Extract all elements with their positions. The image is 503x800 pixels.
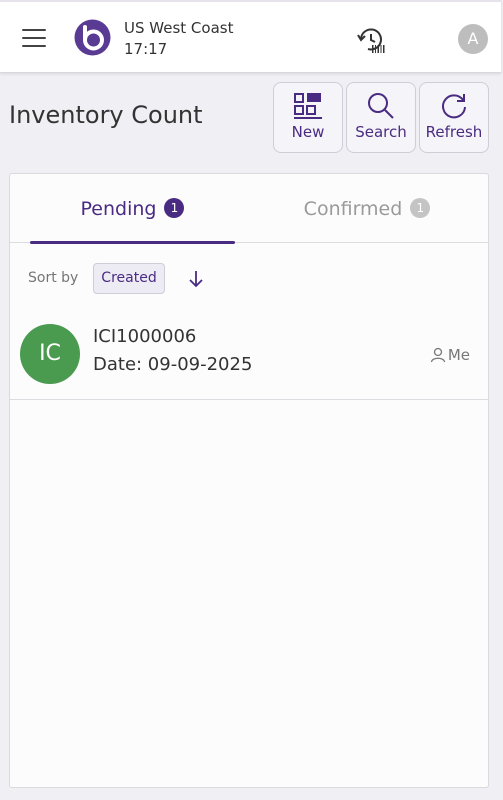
tab-pending[interactable]: Pending 1 (30, 174, 235, 244)
sort-field-chip[interactable]: Created (93, 263, 165, 294)
page-title: Inventory Count (9, 101, 203, 129)
new-button-label: New (291, 123, 325, 141)
sort-by-label: Sort by (28, 270, 79, 286)
active-tab-indicator (30, 241, 235, 244)
pending-count-badge: 1 (164, 198, 185, 218)
new-button[interactable]: New (273, 82, 343, 153)
person-icon (430, 347, 445, 363)
refresh-icon (442, 94, 466, 119)
tab-confirmed-label: Confirmed (303, 198, 403, 220)
confirmed-count-badge: 1 (410, 198, 431, 218)
refresh-button-label: Refresh (425, 123, 483, 141)
search-icon (368, 93, 394, 119)
inventory-count-card: Pending 1 Confirmed 1 Sort by Created IC I… (9, 173, 489, 788)
refresh-button[interactable]: Refresh (419, 82, 489, 153)
search-button-label: Search (355, 123, 407, 141)
tab-pending-label: Pending (80, 198, 157, 220)
arrow-down-icon[interactable] (188, 269, 204, 289)
menu-icon[interactable] (22, 29, 46, 47)
brand-logo (74, 19, 111, 56)
search-button[interactable]: Search (346, 82, 416, 153)
item-date: Date: 09-09-2025 (93, 354, 253, 375)
new-count-icon (294, 93, 322, 119)
item-id: ICI1000006 (93, 326, 197, 347)
item-owner-label: Me (447, 346, 470, 364)
current-time: 17:17 (124, 40, 168, 58)
tab-confirmed[interactable]: Confirmed 1 (272, 174, 462, 243)
item-avatar: IC (20, 324, 80, 384)
status-tabs: Pending 1 Confirmed 1 (10, 174, 488, 244)
user-avatar[interactable]: A (458, 24, 488, 54)
top-app-bar: US West Coast 17:17 A (0, 0, 501, 73)
item-owner: Me (430, 346, 470, 364)
list-item[interactable]: IC ICI1000006 Date: 09-09-2025 Me (10, 310, 488, 400)
history-icon[interactable] (356, 26, 386, 54)
store-name: US West Coast (124, 19, 234, 37)
